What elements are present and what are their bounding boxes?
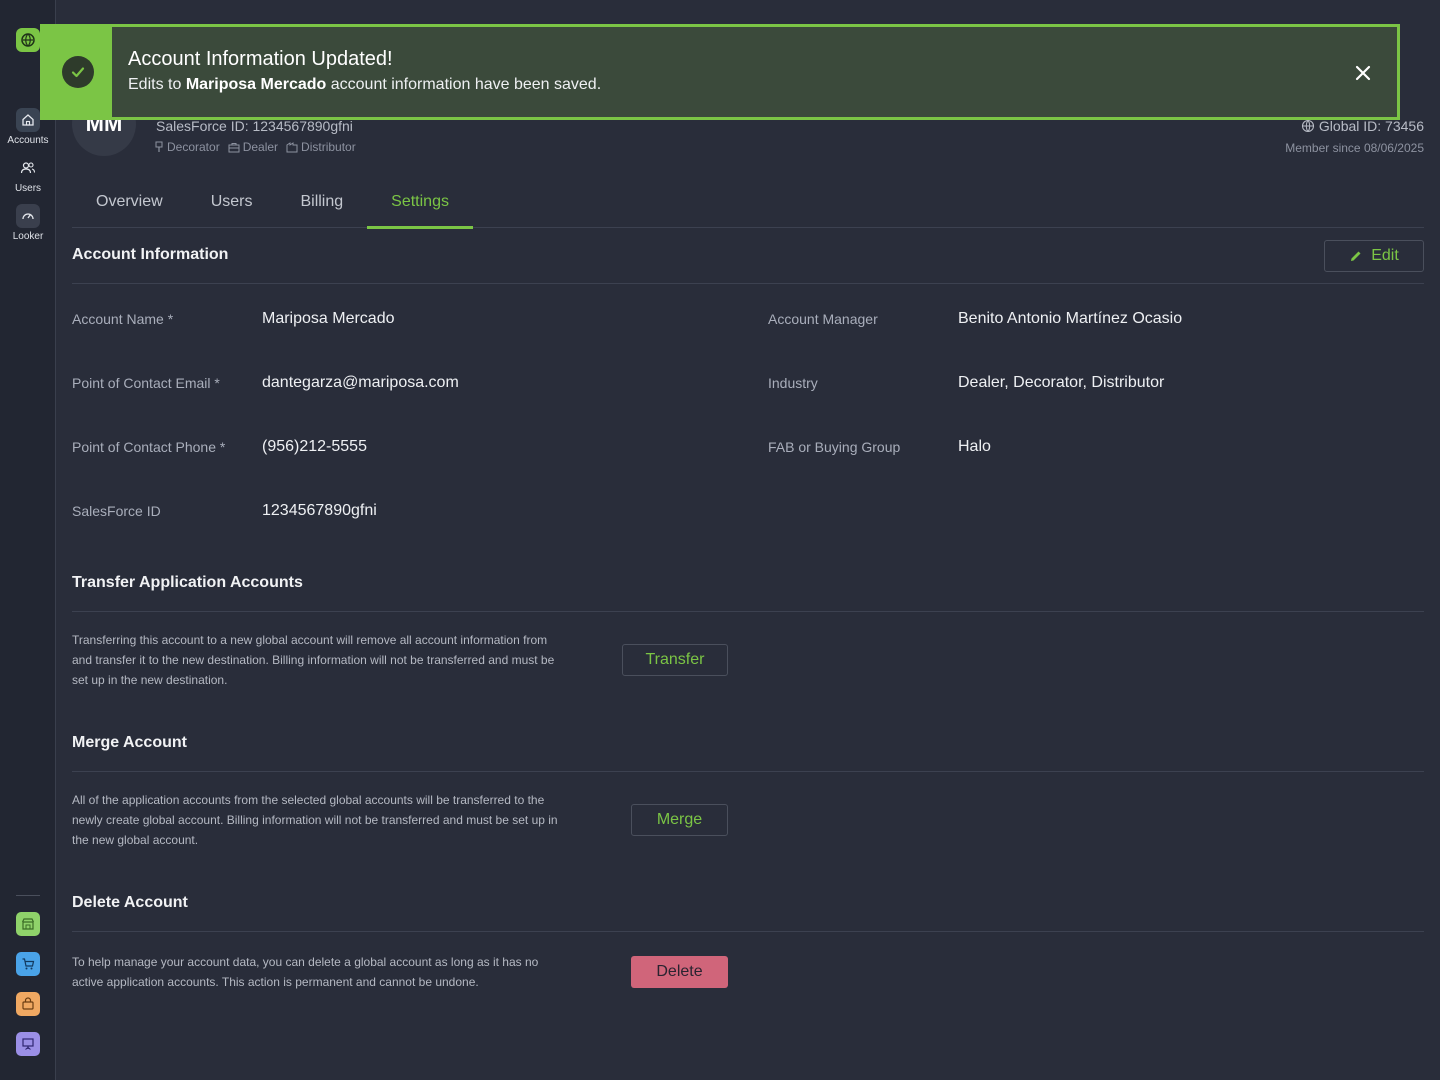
salesforce-id-text: SalesForce ID: 1234567890gfni	[156, 118, 353, 134]
account-info-title: Account Information	[72, 246, 229, 263]
salesforce-id-value: 1234567890gfni	[262, 502, 377, 519]
store-app-icon[interactable]	[16, 912, 40, 936]
tab-settings[interactable]: Settings	[367, 176, 473, 229]
pencil-icon	[1351, 251, 1361, 261]
delete-button[interactable]: Delete	[631, 956, 728, 988]
sidebar-divider	[16, 895, 40, 896]
account-manager-value: Benito Antonio Martínez Ocasio	[958, 310, 1183, 327]
contact-phone-label: Point of Contact Phone *	[72, 439, 226, 455]
tab-bar: Overview Users Billing Settings	[72, 176, 1424, 229]
sidebar-item-label: Looker	[12, 231, 44, 242]
sidebar-item-label: Accounts	[7, 135, 49, 146]
delete-description: To help manage your account data, you ca…	[72, 952, 538, 992]
delete-title: Delete Account	[72, 894, 188, 911]
divider	[72, 283, 1424, 284]
sidebar-item-looker[interactable]: Looker	[0, 204, 56, 242]
transfer-description: Transferring this account to a new globa…	[72, 630, 554, 690]
transfer-title: Transfer Application Accounts	[72, 574, 303, 591]
industry-value: Dealer, Decorator, Distributor	[958, 374, 1165, 391]
sidebar-item-label: Users	[14, 183, 42, 194]
industry-label: Industry	[768, 375, 818, 391]
check-circle-icon	[61, 56, 94, 88]
globe-icon	[1301, 119, 1314, 133]
sidebar-item-users[interactable]: Users	[0, 156, 56, 194]
contact-email-value: dantegarza@mariposa.com	[262, 374, 459, 391]
tab-users[interactable]: Users	[187, 176, 277, 228]
presentation-app-icon[interactable]	[16, 1032, 40, 1056]
toast-title: Account Information Updated!	[128, 48, 393, 70]
toast-message-prefix: Edits to	[128, 76, 186, 93]
transfer-button[interactable]: Transfer	[622, 644, 728, 676]
tab-overview[interactable]: Overview	[72, 176, 187, 228]
description-line: All of the application accounts from the…	[72, 793, 545, 807]
contact-email-label: Point of Contact Email *	[72, 375, 220, 391]
close-icon[interactable]	[1353, 63, 1373, 83]
briefcase-icon	[228, 142, 240, 152]
warehouse-icon	[286, 141, 298, 152]
description-line: newly create global account. Billing inf…	[72, 813, 558, 827]
global-id-text: Global ID: 73456	[1318, 118, 1424, 134]
account-manager-label: Account Manager	[768, 311, 878, 327]
divider	[72, 771, 1424, 772]
description-line: set up in the new destination.	[72, 673, 228, 687]
member-since: Member since 08/06/2025	[1285, 141, 1424, 155]
salesforce-id-label: SalesForce ID	[72, 503, 161, 519]
tag-dealer: Dealer	[228, 140, 278, 154]
users-icon	[16, 156, 40, 180]
merge-title: Merge Account	[72, 734, 187, 751]
sidebar: Accounts Users Looker	[0, 0, 56, 1080]
divider	[72, 931, 1424, 932]
toast-status-bar	[43, 27, 112, 117]
industry-tags: Decorator Dealer Distributor	[154, 140, 356, 154]
buying-group-label: FAB or Buying Group	[768, 439, 901, 455]
brush-icon	[155, 141, 163, 152]
divider	[72, 611, 1424, 612]
description-line: Transferring this account to a new globa…	[72, 633, 548, 647]
tag-distributor: Distributor	[286, 140, 356, 154]
app-logo-icon[interactable]	[16, 28, 40, 52]
bag-app-icon[interactable]	[16, 992, 40, 1016]
merge-description: All of the application accounts from the…	[72, 790, 558, 850]
global-id: Global ID: 73456	[1301, 118, 1424, 134]
description-line: the new global account.	[72, 833, 199, 847]
toast-content: Account Information Updated! Edits to Ma…	[112, 27, 1397, 117]
description-line: To help manage your account data, you ca…	[72, 955, 539, 969]
success-toast: Account Information Updated! Edits to Ma…	[40, 24, 1400, 120]
tag-label: Dealer	[242, 140, 279, 154]
cart-app-icon[interactable]	[16, 952, 40, 976]
tag-decorator: Decorator	[154, 140, 220, 154]
account-name-label: Account Name *	[72, 311, 174, 327]
description-line: active application accounts. This action…	[72, 975, 479, 989]
merge-button[interactable]: Merge	[631, 804, 728, 836]
tag-label: Decorator	[167, 140, 220, 154]
toast-message: Edits to Mariposa Mercado account inform…	[128, 76, 1397, 94]
edit-button-label: Edit	[1371, 247, 1399, 264]
buying-group-value: Halo	[958, 438, 991, 455]
description-line: and transfer it to the new destination. …	[72, 653, 555, 667]
tag-label: Distributor	[301, 140, 356, 154]
contact-phone-value: (956)212-5555	[262, 438, 367, 455]
toast-message-account: Mariposa Mercado	[185, 76, 327, 93]
tab-billing[interactable]: Billing	[276, 176, 367, 228]
gauge-icon	[16, 204, 40, 228]
edit-button[interactable]: Edit	[1324, 240, 1424, 272]
account-name-value: Mariposa Mercado	[262, 310, 395, 327]
home-icon	[16, 108, 40, 132]
toast-message-suffix: account information have been saved.	[326, 76, 602, 93]
